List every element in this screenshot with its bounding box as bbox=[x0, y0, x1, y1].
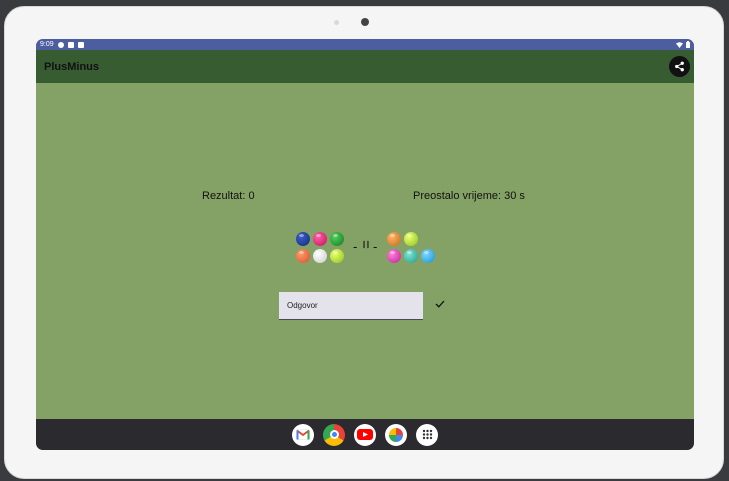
settings-status-icon bbox=[57, 41, 64, 48]
ball-orange bbox=[387, 232, 401, 246]
ball-green bbox=[330, 232, 344, 246]
app-drawer-icon[interactable] bbox=[416, 423, 438, 446]
time-remaining-label: Preostalo vrijeme: 30 s bbox=[413, 190, 525, 202]
share-icon bbox=[675, 61, 684, 72]
status-bar: 9:09 bbox=[36, 39, 694, 50]
chrome-icon[interactable] bbox=[323, 423, 345, 446]
device-screen: 9:09 PlusMinus Rezultat: 0 Preostalo vri… bbox=[36, 39, 694, 450]
status-time: 9:09 bbox=[40, 41, 54, 48]
front-camera bbox=[361, 18, 369, 26]
gmail-icon[interactable] bbox=[292, 423, 314, 446]
battery-icon bbox=[686, 41, 690, 48]
wifi-icon bbox=[676, 41, 683, 48]
photos-icon[interactable] bbox=[385, 423, 407, 446]
ball-lime bbox=[330, 249, 344, 263]
equals-sign: = bbox=[356, 240, 374, 249]
ball-blue bbox=[296, 232, 310, 246]
ball-white bbox=[313, 249, 327, 263]
share-button[interactable] bbox=[669, 56, 690, 77]
app-bar: PlusMinus bbox=[36, 50, 694, 83]
checkmark-icon bbox=[435, 300, 445, 308]
taskbar bbox=[36, 419, 694, 450]
ball-pink bbox=[313, 232, 327, 246]
ball-lime bbox=[404, 232, 418, 246]
submit-button[interactable] bbox=[433, 297, 447, 311]
youtube-icon[interactable] bbox=[354, 423, 376, 446]
app-title: PlusMinus bbox=[44, 60, 100, 73]
ball-cyan bbox=[421, 249, 435, 263]
shield-status-icon bbox=[67, 41, 74, 48]
sensor-dot bbox=[334, 20, 339, 25]
ball-teal bbox=[404, 249, 418, 263]
sd-card-status-icon bbox=[77, 41, 84, 48]
ball-magenta bbox=[387, 249, 401, 263]
ball-orange bbox=[296, 249, 310, 263]
score-label: Rezultat: 0 bbox=[202, 190, 255, 202]
answer-input[interactable] bbox=[279, 292, 423, 320]
operator-right: - bbox=[373, 239, 378, 254]
tablet-frame: 9:09 PlusMinus Rezultat: 0 Preostalo vri… bbox=[4, 6, 724, 479]
